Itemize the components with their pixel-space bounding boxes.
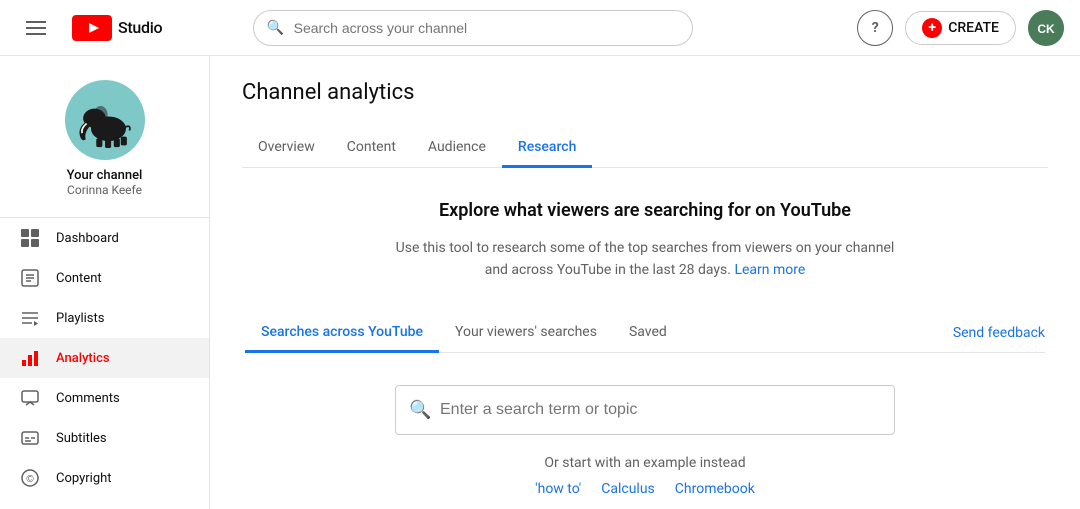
sub-tab-saved[interactable]: Saved — [613, 314, 683, 353]
tab-audience[interactable]: Audience — [412, 129, 502, 168]
tab-content[interactable]: Content — [331, 129, 412, 168]
learn-more-link[interactable]: Learn more — [734, 262, 805, 278]
comments-icon — [20, 388, 40, 408]
playlists-icon — [20, 308, 40, 328]
create-button[interactable]: + CREATE — [905, 11, 1016, 45]
main-area: Your channel Corinna Keefe Dashboard — [0, 56, 1080, 509]
example-link-howto[interactable]: 'how to' — [535, 481, 581, 497]
hamburger-button[interactable] — [16, 8, 56, 48]
explore-desc: Use this tool to research some of the to… — [395, 237, 895, 282]
research-content: Explore what viewers are searching for o… — [242, 168, 1048, 509]
sidebar: Your channel Corinna Keefe Dashboard — [0, 56, 210, 509]
comments-label: Comments — [56, 391, 120, 406]
sidebar-item-comments[interactable]: Comments — [0, 378, 209, 418]
studio-label: Studio — [118, 18, 162, 37]
svg-text:©: © — [26, 474, 34, 485]
help-button[interactable]: ? — [857, 10, 893, 46]
send-feedback-button[interactable]: Send feedback — [953, 315, 1045, 351]
playlists-label: Playlists — [56, 311, 104, 326]
dashboard-icon — [20, 228, 40, 248]
subtitles-label: Subtitles — [56, 431, 107, 446]
sub-tab-viewers-searches[interactable]: Your viewers' searches — [439, 314, 613, 353]
logo[interactable]: Studio — [72, 15, 162, 41]
sidebar-item-content[interactable]: Content — [0, 258, 209, 298]
tab-research[interactable]: Research — [502, 129, 592, 168]
sidebar-item-copyright[interactable]: © Copyright — [0, 458, 209, 498]
sidebar-item-dashboard[interactable]: Dashboard — [0, 218, 209, 258]
svg-text:CK: CK — [1037, 22, 1055, 36]
research-search-input[interactable] — [395, 385, 895, 435]
create-label: CREATE — [948, 20, 999, 36]
page-title: Channel analytics — [242, 80, 1048, 105]
example-links: 'how to' Calculus Chromebook — [535, 481, 755, 497]
analytics-icon — [20, 348, 40, 368]
main-content: Channel analytics Overview Content Audie… — [210, 56, 1080, 509]
hamburger-icon — [26, 21, 46, 35]
youtube-logo — [72, 15, 112, 41]
subtitles-icon — [20, 428, 40, 448]
research-search-icon: 🔍 — [409, 399, 431, 420]
research-sub-tabs: Searches across YouTube Your viewers' se… — [245, 314, 1045, 353]
top-right-actions: ? + CREATE CK — [857, 10, 1064, 46]
sidebar-item-playlists[interactable]: Playlists — [0, 298, 209, 338]
example-link-calculus[interactable]: Calculus — [601, 481, 655, 497]
content-label: Content — [56, 271, 102, 286]
explore-desc-text: Use this tool to research some of the to… — [396, 240, 895, 278]
top-bar: Studio 🔍 ? + CREATE CK — [0, 0, 1080, 56]
example-link-chromebook[interactable]: Chromebook — [675, 481, 755, 497]
analytics-tabs: Overview Content Audience Research — [242, 129, 1048, 168]
sidebar-item-subtitles[interactable]: Subtitles — [0, 418, 209, 458]
analytics-label: Analytics — [56, 351, 110, 366]
avatar[interactable]: CK — [1028, 10, 1064, 46]
research-search-wrap: 🔍 — [395, 385, 895, 435]
copyright-label: Copyright — [56, 471, 112, 486]
tab-overview[interactable]: Overview — [242, 129, 331, 168]
content-icon — [20, 268, 40, 288]
copyright-icon: © — [20, 468, 40, 488]
search-icon: 🔍 — [267, 20, 284, 36]
example-text: Or start with an example instead — [544, 455, 745, 471]
explore-title: Explore what viewers are searching for o… — [439, 200, 851, 221]
sidebar-item-analytics[interactable]: Analytics — [0, 338, 209, 378]
sub-tab-searches-across-youtube[interactable]: Searches across YouTube — [245, 314, 439, 353]
dashboard-label: Dashboard — [56, 231, 119, 246]
create-plus-icon: + — [922, 18, 942, 38]
channel-avatar[interactable] — [65, 80, 145, 160]
channel-sub-name: Corinna Keefe — [67, 183, 142, 197]
top-search-input[interactable] — [253, 10, 693, 46]
analytics-page: Channel analytics Overview Content Audie… — [210, 56, 1080, 509]
top-search-bar: 🔍 — [253, 10, 693, 46]
channel-profile: Your channel Corinna Keefe — [0, 64, 209, 218]
channel-name: Your channel — [67, 168, 143, 183]
